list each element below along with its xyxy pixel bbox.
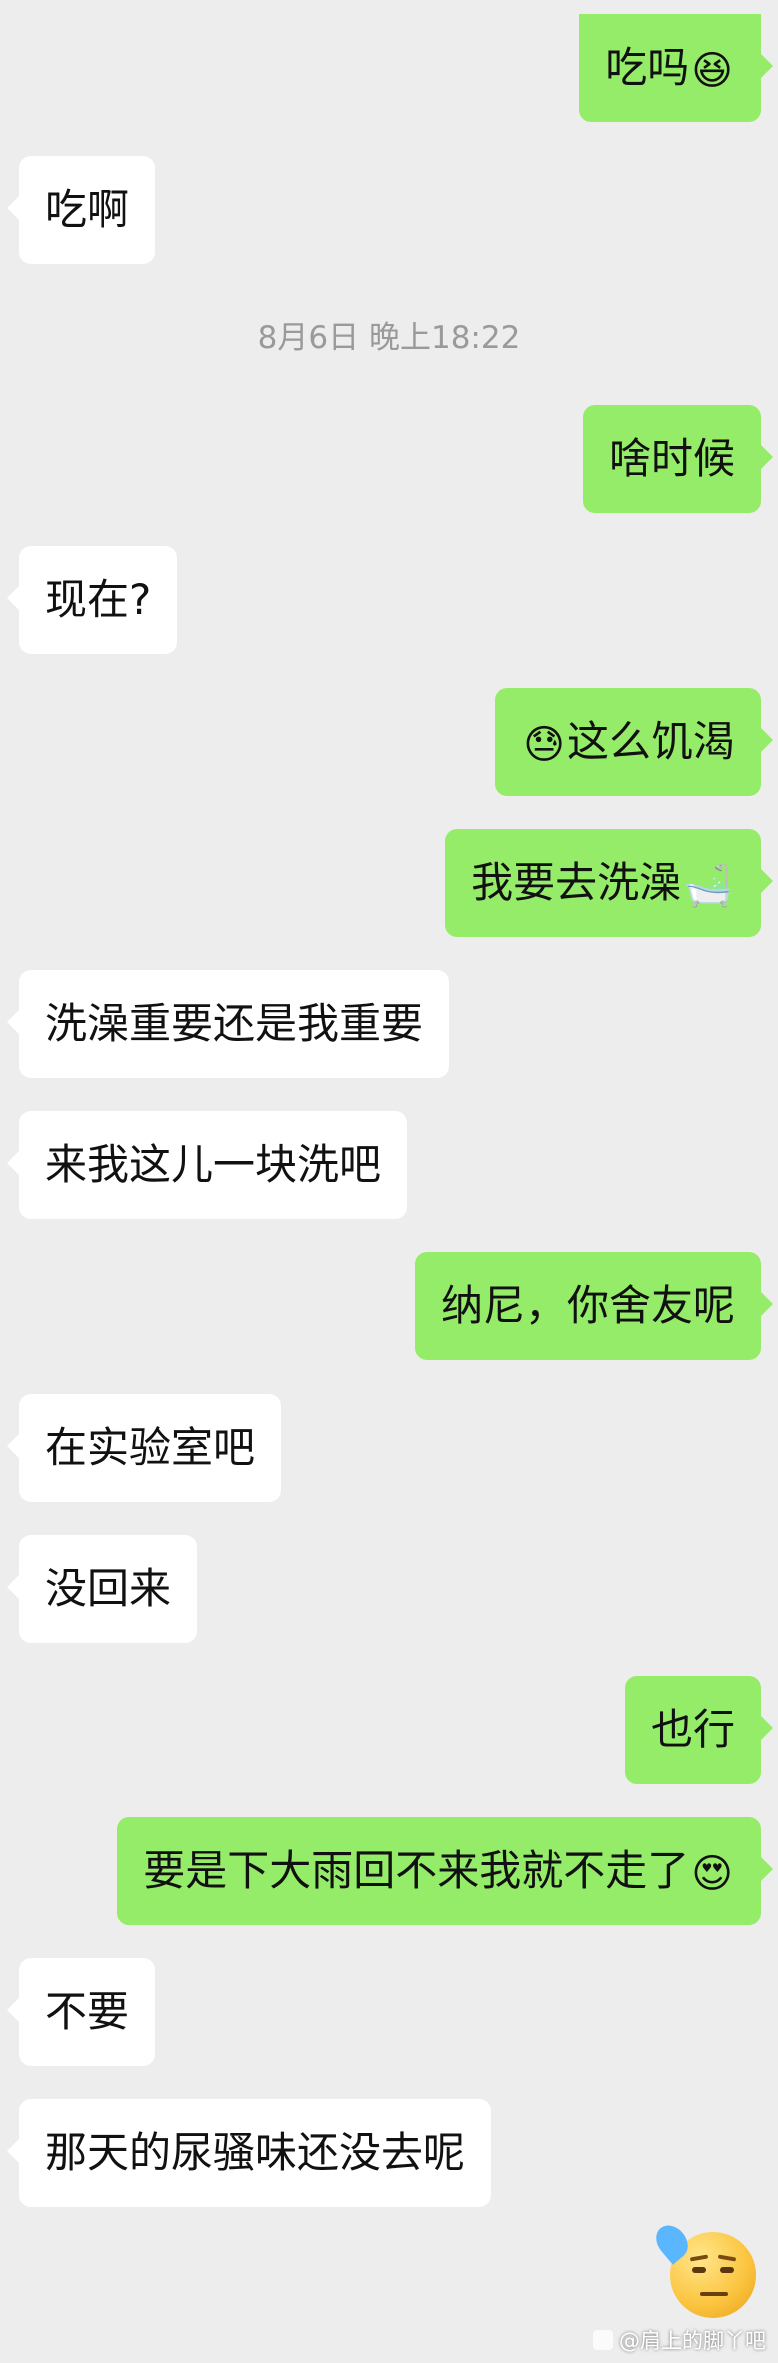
message-bubble-outgoing[interactable]: 要是下大雨回不来我就不走了😍 — [117, 1817, 773, 1925]
watermark-logo-icon — [593, 2330, 613, 2350]
heart-eyes-emoji: 😍 — [691, 1850, 733, 1897]
sweat-smirk-sticker-icon[interactable] — [649, 2219, 756, 2318]
message-bubble-outgoing[interactable]: 吃吗😆 — [579, 14, 773, 122]
message-text: 吃吗 — [605, 43, 690, 92]
message-bubble-incoming[interactable]: 没回来 — [6, 1535, 198, 1643]
message-bubble-incoming[interactable]: 洗澡重要还是我重要 — [6, 970, 450, 1078]
message-text: 来我这儿一块洗吧 — [45, 1140, 382, 1189]
chat-thread[interactable]: 吃吗😆 吃啊 8月6日 晚上18:22 啥时候 现在? 😓这么饥渴 我要去洗澡🛁… — [0, 0, 778, 2363]
message-text: 啥时候 — [608, 434, 735, 483]
message-text: 没回来 — [45, 1564, 172, 1613]
message-bubble-outgoing[interactable]: 也行 — [624, 1676, 774, 1784]
message-text: 洗澡重要还是我重要 — [45, 999, 424, 1048]
sweat-emoji: 😓 — [523, 721, 565, 768]
message-bubble-incoming[interactable]: 不要 — [6, 1958, 156, 2066]
message-text: 要是下大雨回不来我就不走了 — [143, 1846, 690, 1895]
message-bubble-outgoing[interactable]: 😓这么饥渴 — [495, 688, 773, 796]
message-bubble-outgoing[interactable]: 我要去洗澡🛁 — [445, 829, 773, 937]
message-text: 吃啊 — [45, 185, 130, 234]
chat-timestamp: 8月6日 晚上18:22 — [257, 320, 521, 356]
message-text: 我要去洗澡 — [471, 858, 682, 907]
message-text: 纳尼，你舍友呢 — [440, 1281, 735, 1330]
right-eye — [720, 2267, 734, 2273]
sweat-drop-icon — [649, 2219, 695, 2265]
message-bubble-incoming[interactable]: 在实验室吧 — [6, 1394, 282, 1502]
left-eye — [692, 2267, 706, 2273]
message-text: 那天的尿骚味还没去呢 — [45, 2128, 466, 2177]
message-text: 这么饥渴 — [566, 717, 735, 766]
message-bubble-incoming[interactable]: 来我这儿一块洗吧 — [6, 1111, 408, 1219]
message-bubble-incoming[interactable]: 吃啊 — [6, 156, 156, 264]
bathtub-emoji: 🛁 — [683, 862, 733, 909]
message-bubble-incoming[interactable]: 现在? — [6, 546, 178, 654]
mouth — [700, 2292, 728, 2296]
message-text: 不要 — [45, 1987, 130, 2036]
message-text: 也行 — [650, 1705, 735, 1754]
watermark: @肩上的脚丫吧 — [593, 2325, 766, 2355]
message-bubble-incoming[interactable]: 那天的尿骚味还没去呢 — [6, 2099, 492, 2207]
message-bubble-outgoing[interactable]: 啥时候 — [582, 405, 774, 513]
message-text: 现在? — [45, 575, 152, 624]
message-bubble-outgoing[interactable]: 纳尼，你舍友呢 — [414, 1252, 774, 1360]
right-brow — [717, 2254, 737, 2262]
watermark-text: @肩上的脚丫吧 — [619, 2329, 766, 2353]
message-text: 在实验室吧 — [45, 1423, 256, 1472]
left-brow — [689, 2254, 709, 2262]
grinning-squint-emoji: 😆 — [691, 47, 733, 94]
